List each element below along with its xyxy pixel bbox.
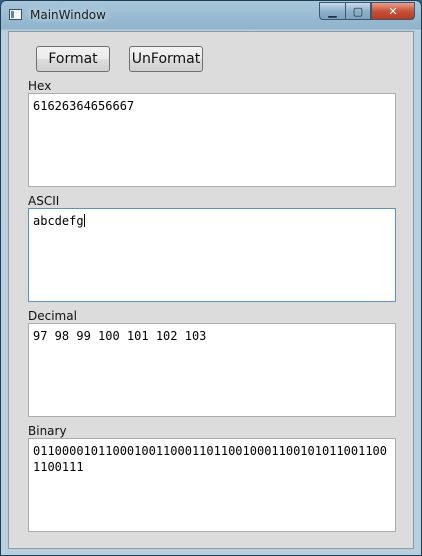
unformat-button[interactable]: UnFormat <box>129 46 203 72</box>
caption-buttons: ▁ ▢ ✕ <box>319 2 415 21</box>
hex-label: Hex <box>28 79 52 93</box>
client-area: Format UnFormat Hex 61626364656667 ASCII… <box>8 31 414 549</box>
decimal-textbox[interactable]: 97 98 99 100 101 102 103 <box>28 323 396 417</box>
window-title: MainWindow <box>30 8 106 22</box>
maximize-icon: ▢ <box>352 4 364 18</box>
ascii-value: abcdefg <box>33 214 84 228</box>
app-window-icon <box>9 9 22 20</box>
main-window: MainWindow ▁ ▢ ✕ Format UnFormat Hex 616… <box>0 0 422 556</box>
binary-label: Binary <box>28 424 67 438</box>
close-icon: ✕ <box>388 4 398 18</box>
decimal-label: Decimal <box>28 309 77 323</box>
binary-textbox[interactable]: 0110000101100010011000110110010001100101… <box>28 438 396 532</box>
title-bar[interactable]: MainWindow ▁ ▢ ✕ <box>1 1 421 31</box>
format-button[interactable]: Format <box>36 46 110 72</box>
close-button[interactable]: ✕ <box>371 2 415 20</box>
minimize-icon: ▁ <box>328 4 337 18</box>
text-caret <box>83 214 85 227</box>
minimize-button[interactable]: ▁ <box>319 2 345 20</box>
hex-textbox[interactable]: 61626364656667 <box>28 93 396 187</box>
ascii-textbox[interactable]: abcdefg <box>28 208 396 302</box>
maximize-button[interactable]: ▢ <box>345 2 371 20</box>
ascii-label: ASCII <box>28 194 60 208</box>
